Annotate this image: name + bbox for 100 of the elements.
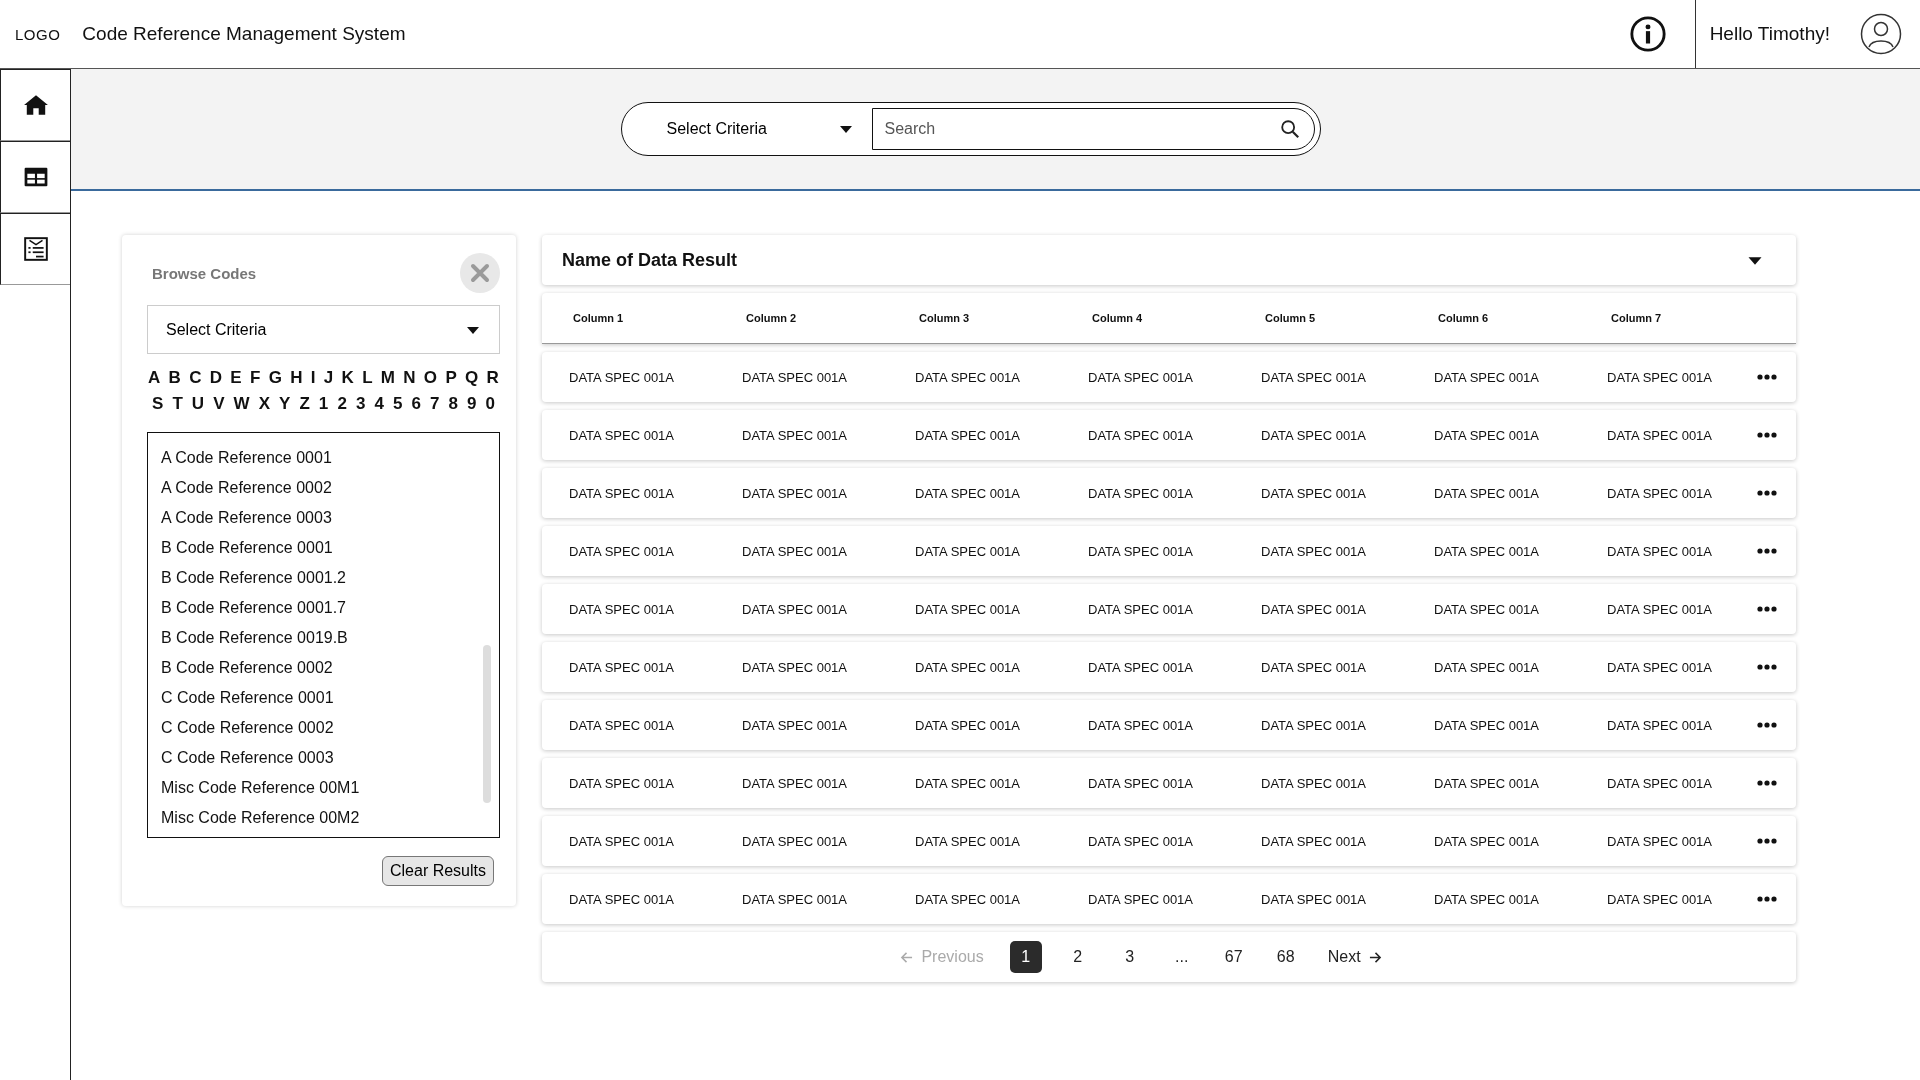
- more-options-icon[interactable]: [1757, 664, 1777, 670]
- left-arrow-icon: [900, 950, 914, 964]
- letter-link[interactable]: C: [189, 368, 202, 388]
- letter-link[interactable]: 3: [355, 394, 366, 414]
- letter-link[interactable]: T: [172, 394, 183, 414]
- letter-link[interactable]: F: [249, 368, 261, 388]
- code-list-item[interactable]: C Code Reference 0001: [161, 687, 499, 717]
- table-cell-text: DATA SPEC 001A: [569, 485, 675, 501]
- code-list-item[interactable]: B Code Reference 0001.7: [161, 597, 499, 627]
- more-options-icon[interactable]: [1757, 896, 1777, 902]
- letter-link[interactable]: 8: [448, 394, 458, 414]
- page-button[interactable]: ...: [1165, 941, 1198, 973]
- more-options-icon[interactable]: [1757, 838, 1777, 844]
- more-options-icon[interactable]: [1757, 780, 1777, 786]
- table-cell-text: DATA SPEC 001A: [915, 369, 1021, 385]
- logo-text: LOGO: [15, 25, 61, 43]
- letter-link[interactable]: I: [310, 368, 316, 388]
- letter-link[interactable]: K: [341, 368, 354, 388]
- code-list-item[interactable]: A Code Reference 0003: [161, 507, 499, 537]
- letter-link[interactable]: W: [233, 394, 250, 414]
- letter-link[interactable]: O: [423, 368, 438, 388]
- letter-link[interactable]: A: [148, 368, 161, 388]
- clear-results-button[interactable]: Clear Results: [381, 856, 494, 886]
- search-icon[interactable]: [1278, 118, 1301, 140]
- letter-link[interactable]: D: [209, 368, 222, 388]
- app-title: Code Reference Management System: [82, 23, 406, 45]
- letter-link[interactable]: J: [323, 368, 334, 388]
- table-cell-text: DATA SPEC 001A: [1261, 717, 1367, 733]
- letter-link[interactable]: X: [258, 394, 270, 414]
- code-list-item[interactable]: A Code Reference 0001: [161, 447, 499, 477]
- code-list-item[interactable]: C Code Reference 0002: [161, 717, 499, 747]
- table-cell-text: DATA SPEC 001A: [569, 833, 675, 849]
- sidebar-nav-button[interactable]: [0, 141, 70, 213]
- next-page-button[interactable]: Next: [1317, 948, 1392, 966]
- results-title: Name of Data Result: [562, 249, 738, 271]
- page-button[interactable]: 1: [1009, 941, 1042, 973]
- more-options-icon[interactable]: [1757, 374, 1777, 380]
- letter-link[interactable]: 4: [374, 394, 384, 414]
- code-list-item[interactable]: B Code Reference 0001: [161, 537, 499, 567]
- table-cell-text: DATA SPEC 001A: [569, 717, 675, 733]
- column-header: Column 3: [918, 312, 971, 324]
- criteria-dropdown[interactable]: Select Criteria: [147, 305, 500, 354]
- letter-link[interactable]: P: [445, 368, 457, 388]
- scrollbar-thumb[interactable]: [483, 645, 491, 803]
- more-options-icon[interactable]: [1757, 606, 1777, 612]
- page-button[interactable]: 2: [1061, 941, 1094, 973]
- letter-link[interactable]: N: [403, 368, 416, 388]
- search-field[interactable]: Search: [871, 108, 1315, 150]
- letter-link[interactable]: E: [230, 368, 242, 388]
- letter-link[interactable]: V: [213, 394, 225, 414]
- letter-link[interactable]: 7: [429, 394, 440, 414]
- letter-link[interactable]: Z: [299, 394, 310, 414]
- code-list-item[interactable]: C Code Reference 0003: [161, 747, 499, 777]
- column-header: Column 1: [572, 312, 625, 324]
- letter-link[interactable]: G: [268, 368, 282, 388]
- close-button[interactable]: [460, 253, 500, 293]
- page-button[interactable]: 3: [1113, 941, 1146, 973]
- letter-link[interactable]: 2: [337, 394, 347, 414]
- letter-link[interactable]: U: [191, 394, 205, 414]
- info-icon[interactable]: [1628, 15, 1667, 53]
- page-button[interactable]: 67: [1217, 941, 1250, 973]
- table-cell-text: DATA SPEC 001A: [1434, 717, 1540, 733]
- table-cell-text: DATA SPEC 001A: [1434, 833, 1540, 849]
- letter-link[interactable]: 5: [392, 394, 403, 414]
- table-cell-text: DATA SPEC 001A: [569, 601, 675, 617]
- letter-link[interactable]: S: [152, 394, 164, 414]
- page-button[interactable]: 68: [1269, 941, 1302, 973]
- user-avatar-icon[interactable]: [1860, 13, 1902, 55]
- column-header: Column 7: [1610, 312, 1663, 324]
- letter-link[interactable]: 1: [318, 394, 329, 414]
- code-list-item[interactable]: B Code Reference 0019.B: [161, 627, 499, 657]
- letter-link[interactable]: M: [380, 368, 395, 388]
- code-list-item[interactable]: Misc Code Reference 00M1: [161, 777, 499, 807]
- criteria-dropdown[interactable]: Select Criteria: [621, 120, 872, 138]
- table-cell-text: DATA SPEC 001A: [569, 891, 675, 907]
- caret-icon: [837, 123, 854, 135]
- more-options-icon[interactable]: [1757, 432, 1777, 438]
- letter-link[interactable]: 6: [411, 394, 421, 414]
- letter-link[interactable]: H: [290, 368, 303, 388]
- table-cell-text: DATA SPEC 001A: [915, 717, 1021, 733]
- more-options-icon[interactable]: [1757, 490, 1777, 496]
- code-list-item[interactable]: Misc Code Reference 00M2: [161, 807, 499, 837]
- letter-link[interactable]: L: [362, 368, 373, 388]
- table-cell-text: DATA SPEC 001A: [1434, 369, 1540, 385]
- sidebar-nav-button[interactable]: [0, 213, 70, 285]
- letter-link[interactable]: Q: [465, 368, 479, 388]
- letter-link[interactable]: Y: [279, 394, 291, 414]
- code-list-item[interactable]: B Code Reference 0002: [161, 657, 499, 687]
- code-list-item[interactable]: B Code Reference 0001.2: [161, 567, 499, 597]
- letter-link[interactable]: R: [486, 368, 499, 388]
- table-cell-text: DATA SPEC 001A: [742, 427, 848, 443]
- letter-link[interactable]: B: [168, 368, 181, 388]
- table-cell-text: DATA SPEC 001A: [1088, 891, 1194, 907]
- code-list-item[interactable]: A Code Reference 0002: [161, 477, 499, 507]
- letter-link[interactable]: 0: [485, 394, 495, 414]
- letter-link[interactable]: 9: [467, 394, 477, 414]
- table-cell-text: DATA SPEC 001A: [1261, 775, 1367, 791]
- sidebar-nav-button[interactable]: [0, 69, 70, 141]
- more-options-icon[interactable]: [1757, 548, 1777, 554]
- more-options-icon[interactable]: [1757, 722, 1777, 728]
